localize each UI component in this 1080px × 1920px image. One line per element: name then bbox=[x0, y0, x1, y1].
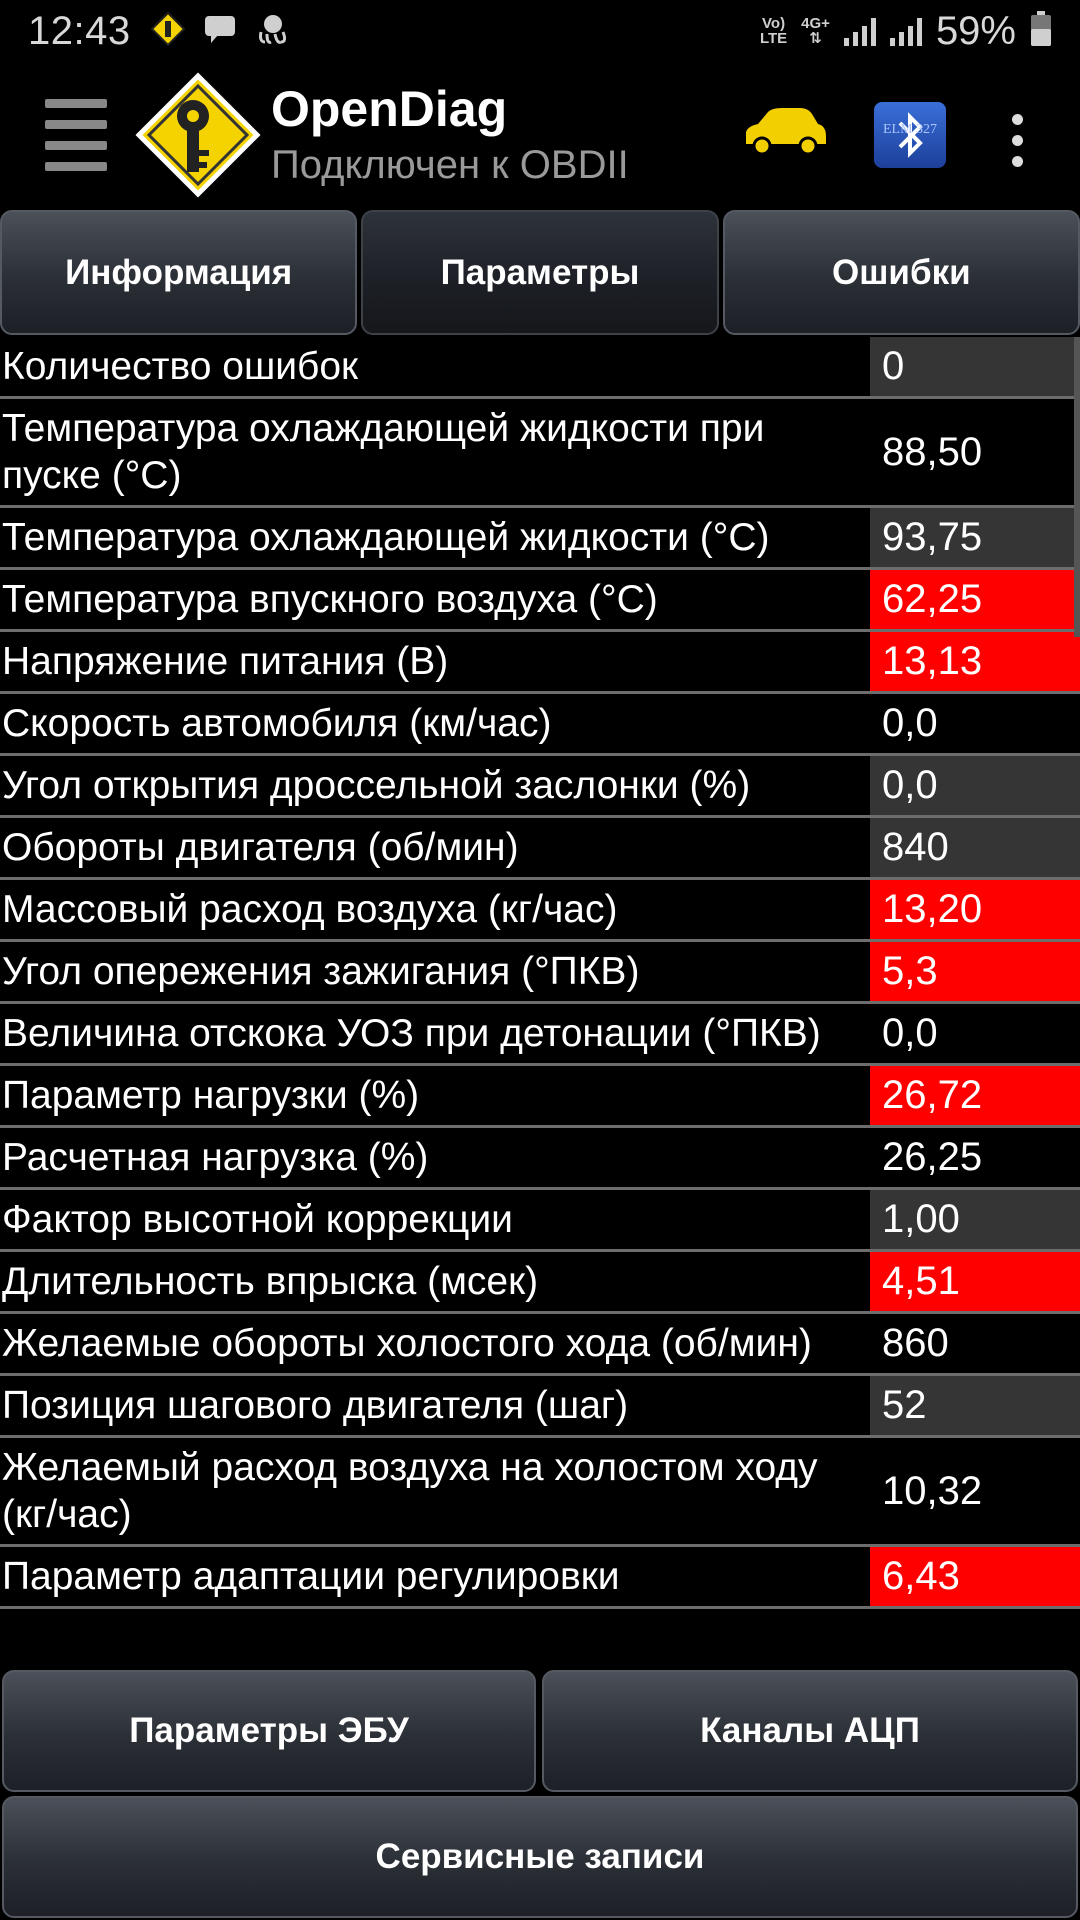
parameter-value: 1,00 bbox=[870, 1190, 1080, 1249]
parameter-value: 13,13 bbox=[870, 632, 1080, 691]
parameter-label: Температура охлаждающей жидкости (°C) bbox=[2, 516, 770, 559]
ecu-params-button[interactable]: Параметры ЭБУ bbox=[2, 1670, 536, 1792]
parameter-row[interactable]: Скорость автомобиля (км/час) 0,0 bbox=[0, 694, 1080, 756]
parameter-value: 13,20 bbox=[870, 880, 1080, 939]
parameter-label: Количество ошибок bbox=[2, 345, 359, 388]
parameter-row[interactable]: Желаемый расход воздуха на холостом ходу… bbox=[0, 1438, 1080, 1547]
parameter-label: Угол опережения зажигания (°ПКВ) bbox=[2, 950, 640, 993]
bottom-buttons: Параметры ЭБУ Каналы АЦП Сервисные запис… bbox=[0, 1668, 1080, 1920]
parameter-label: Позиция шагового двигателя (шаг) bbox=[2, 1384, 629, 1427]
parameter-value: 26,72 bbox=[870, 1066, 1080, 1125]
service-records-button[interactable]: Сервисные записи bbox=[2, 1796, 1078, 1918]
parameter-label: Длительность впрыска (мсек) bbox=[2, 1260, 539, 1303]
parameter-label: Обороты двигателя (об/мин) bbox=[2, 826, 519, 869]
svg-text:ELM 327: ELM 327 bbox=[883, 122, 937, 137]
parameter-row[interactable]: Температура охлаждающей жидкости (°C) 93,… bbox=[0, 508, 1080, 570]
parameter-value: 52 bbox=[870, 1376, 1080, 1435]
parameter-value: 4,51 bbox=[870, 1252, 1080, 1311]
overflow-menu-icon[interactable] bbox=[1012, 114, 1023, 167]
signal-icon bbox=[843, 16, 876, 46]
octopus-icon bbox=[255, 12, 291, 51]
parameter-row[interactable]: Обороты двигателя (об/мин) 840 bbox=[0, 818, 1080, 880]
network-type: 4G+ ⇅ bbox=[801, 15, 830, 47]
parameter-label: Желаемый расход воздуха на холостом ходу… bbox=[2, 1446, 818, 1536]
parameter-row[interactable]: Позиция шагового двигателя (шаг) 52 bbox=[0, 1376, 1080, 1438]
parameter-value: 26,25 bbox=[870, 1128, 1080, 1187]
parameter-row[interactable]: Температура впускного воздуха (°C) 62,25 bbox=[0, 570, 1080, 632]
battery-icon bbox=[1030, 10, 1052, 52]
parameter-value: 6,43 bbox=[870, 1547, 1080, 1606]
parameter-label: Температура впускного воздуха (°C) bbox=[2, 578, 658, 621]
tab-parameters[interactable]: Параметры bbox=[361, 210, 719, 335]
parameter-row[interactable]: Длительность впрыска (мсек) 4,51 bbox=[0, 1252, 1080, 1314]
parameter-value: 860 bbox=[870, 1314, 1080, 1373]
parameter-row[interactable]: Параметр нагрузки (%) 26,72 bbox=[0, 1066, 1080, 1128]
parameter-row[interactable]: Угол открытия дроссельной заслонки (%) 0,… bbox=[0, 756, 1080, 818]
parameter-label: Угол открытия дроссельной заслонки (%) bbox=[2, 764, 751, 807]
parameter-label: Фактор высотной коррекции bbox=[2, 1198, 513, 1241]
parameter-value: 62,25 bbox=[870, 570, 1080, 629]
tab-bar: Информация Параметры Ошибки bbox=[0, 210, 1080, 335]
parameter-label: Параметр нагрузки (%) bbox=[2, 1074, 420, 1117]
parameter-row[interactable]: Температура охлаждающей жидкости при пус… bbox=[0, 399, 1080, 508]
parameter-row[interactable]: Массовый расход воздуха (кг/час) 13,20 bbox=[0, 880, 1080, 942]
parameter-value: 0,0 bbox=[870, 756, 1080, 815]
key-warning-icon bbox=[150, 11, 186, 51]
bluetooth-elm327-icon[interactable]: ELM 327 bbox=[874, 102, 946, 168]
connection-status: Подключен к OBDII bbox=[271, 143, 629, 187]
adc-channels-button[interactable]: Каналы АЦП bbox=[542, 1670, 1078, 1792]
parameter-value: 88,50 bbox=[870, 399, 1080, 505]
parameter-value: 0 bbox=[870, 337, 1080, 396]
parameter-value: 840 bbox=[870, 818, 1080, 877]
parameter-label: Температура охлаждающей жидкости при пус… bbox=[2, 407, 765, 497]
parameter-row[interactable]: Напряжение питания (В) 13,13 bbox=[0, 632, 1080, 694]
parameter-value: 0,0 bbox=[870, 1004, 1080, 1063]
app-title: OpenDiag bbox=[271, 81, 508, 137]
parameter-row[interactable]: Количество ошибок 0 bbox=[0, 337, 1080, 399]
signal-icon-2 bbox=[889, 16, 922, 46]
scrollbar[interactable] bbox=[1074, 337, 1080, 637]
parameter-row[interactable]: Желаемые обороты холостого хода (об/мин)… bbox=[0, 1314, 1080, 1376]
parameter-label: Желаемые обороты холостого хода (об/мин) bbox=[2, 1322, 812, 1365]
parameter-label: Массовый расход воздуха (кг/час) bbox=[2, 888, 618, 931]
status-bar: 12:43 Vo) LTE 4G+ ⇅ 59% bbox=[0, 0, 1080, 62]
parameter-row[interactable]: Фактор высотной коррекции 1,00 bbox=[0, 1190, 1080, 1252]
battery-percent: 59% bbox=[935, 8, 1016, 53]
car-icon[interactable] bbox=[742, 106, 828, 161]
menu-icon[interactable] bbox=[45, 99, 107, 171]
parameter-label: Скорость автомобиля (км/час) bbox=[2, 702, 552, 745]
parameter-value: 10,32 bbox=[870, 1438, 1080, 1544]
tab-information[interactable]: Информация bbox=[0, 210, 358, 335]
parameter-row[interactable]: Угол опережения зажигания (°ПКВ) 5,3 bbox=[0, 942, 1080, 1004]
tab-errors[interactable]: Ошибки bbox=[722, 210, 1080, 335]
message-icon bbox=[203, 13, 237, 50]
parameter-row[interactable]: Параметр адаптации регулировки 6,43 bbox=[0, 1547, 1080, 1609]
parameter-label: Расчетная нагрузка (%) bbox=[2, 1136, 429, 1179]
app-logo bbox=[135, 72, 261, 198]
parameter-row[interactable]: Расчетная нагрузка (%) 26,25 bbox=[0, 1128, 1080, 1190]
parameter-value: 0,0 bbox=[870, 694, 1080, 753]
parameter-row[interactable]: Величина отскока УОЗ при детонации (°ПКВ… bbox=[0, 1004, 1080, 1066]
parameter-label: Параметр адаптации регулировки bbox=[2, 1555, 620, 1598]
app-bar: OpenDiag Подключен к OBDII ELM 327 bbox=[0, 62, 1080, 208]
parameter-value: 5,3 bbox=[870, 942, 1080, 1001]
parameter-label: Напряжение питания (В) bbox=[2, 640, 449, 683]
parameter-label: Величина отскока УОЗ при детонации (°ПКВ… bbox=[2, 1012, 821, 1055]
parameter-list[interactable]: Количество ошибок 0 Температура охлаждающе… bbox=[0, 337, 1080, 1667]
volte-indicator: Vo) LTE bbox=[759, 15, 788, 47]
status-time: 12:43 bbox=[28, 8, 131, 53]
parameter-value: 93,75 bbox=[870, 508, 1080, 567]
